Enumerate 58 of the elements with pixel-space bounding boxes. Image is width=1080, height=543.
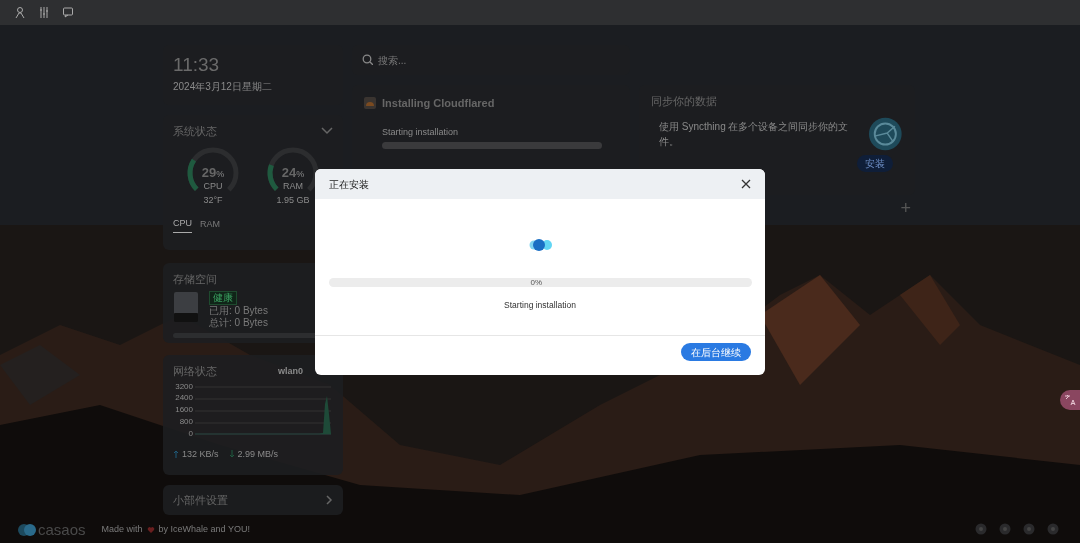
status-text: Starting installation	[504, 299, 576, 312]
translate-button[interactable]	[1060, 390, 1080, 410]
upload-speed: 132 KB/s	[182, 447, 219, 461]
card-title: 系统状态	[173, 124, 217, 139]
translate-icon	[1064, 394, 1076, 406]
gauge-label: CPU	[203, 179, 223, 193]
download-speed: 2.99 MB/s	[237, 447, 279, 461]
axis-label: 1600	[175, 405, 193, 414]
interface-label: wlan0	[278, 364, 303, 378]
card-title: 同步你的数据	[651, 94, 718, 109]
sliders-icon[interactable]	[38, 6, 50, 19]
chat-icon[interactable]	[62, 6, 74, 19]
total-text: 总计: 0 Bytes	[209, 316, 268, 329]
axis-label: 3200	[175, 381, 193, 391]
drive-icon	[173, 290, 199, 323]
close-icon[interactable]	[741, 179, 751, 189]
heart-icon	[146, 526, 155, 534]
widget-settings-label: 小部件设置	[173, 492, 228, 508]
card-title: 网络状态	[173, 364, 217, 379]
person-icon[interactable]	[14, 6, 26, 19]
install-button[interactable]: 安装	[857, 154, 893, 172]
tab[interactable]: RAM	[200, 217, 220, 233]
card-title: 存储空间	[173, 272, 218, 287]
gauge-detail: 32°F	[203, 193, 223, 207]
footer-text: by IceWhale and YOU!	[158, 523, 250, 537]
loading-dots-icon	[527, 237, 553, 253]
gauge-label: RAM	[283, 179, 303, 193]
gauge-value: 29	[201, 163, 217, 182]
upload-arrow-icon	[173, 450, 179, 459]
gauge-value: 24	[281, 163, 297, 182]
cloud-app-icon	[364, 97, 376, 110]
percent-sign: %	[296, 167, 305, 181]
syncthing-icon	[868, 115, 903, 152]
axis-label: 800	[179, 416, 193, 426]
install-status: Starting installation	[382, 125, 460, 139]
tab[interactable]: CPU	[173, 217, 192, 233]
download-arrow-icon	[228, 450, 235, 459]
chevron-down-icon[interactable]	[321, 127, 333, 136]
logo-icon	[17, 523, 37, 537]
search-icon	[362, 54, 373, 65]
clock-time: 11:33	[173, 53, 221, 77]
continue-in-background-button[interactable]: 在后台继续	[681, 343, 751, 361]
progress-percent: 0%	[530, 278, 543, 287]
dialog-title: 正在安装	[329, 177, 369, 192]
footer-text: Made with	[101, 523, 143, 537]
chevron-right-icon	[326, 495, 333, 505]
install-title: Installing Cloudflared	[382, 96, 495, 111]
axis-label: 0	[188, 428, 193, 438]
percent-sign: %	[216, 167, 225, 181]
gauge-detail: 1.95 GB	[276, 193, 310, 207]
widget-settings-button[interactable]: 小部件设置	[163, 485, 343, 515]
add-button[interactable]: +	[900, 199, 911, 217]
date-text: 2024年3月12日星期二	[173, 80, 273, 94]
used-text: 已用: 0 Bytes	[209, 304, 268, 317]
axis-label: 2400	[175, 393, 193, 403]
logo-text: casaos	[38, 522, 86, 538]
sync-description: 使用 Syncthing 在多个设备之间同步你的文件。	[659, 119, 850, 149]
status-badge: 健康	[209, 290, 237, 305]
